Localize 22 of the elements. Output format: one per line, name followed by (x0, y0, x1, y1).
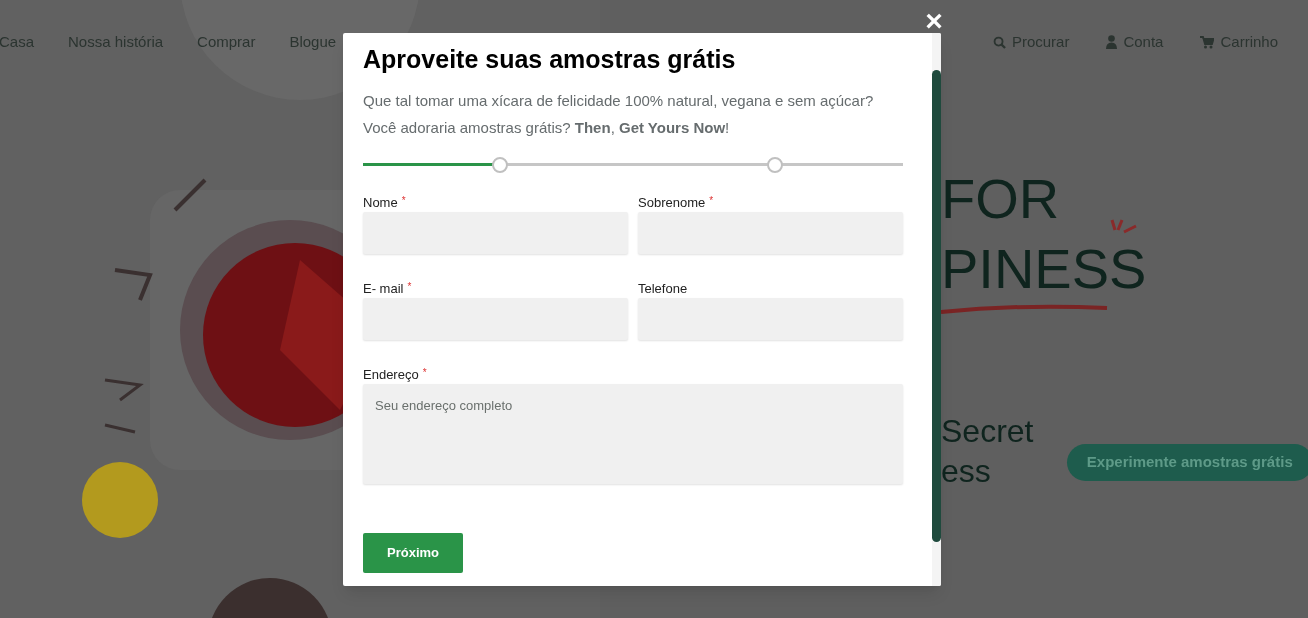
search-icon (992, 35, 1006, 49)
description-text: Que tal tomar uma xícara de felicidade 100% natural, vegana e sem açúcar? (363, 91, 875, 111)
nav-link[interactable]: Blogue (289, 30, 337, 54)
free-samples-button[interactable]: Experimente amostras grátis (1066, 444, 1308, 481)
close-button[interactable]: × (922, 10, 946, 32)
hero-subtitle: ess (941, 452, 991, 490)
next-button[interactable]: Próximo (363, 533, 463, 573)
field-label: E- mail * (363, 280, 413, 298)
modal-title: Aproveite suas amostras grátis (363, 44, 737, 75)
field-label: Telefone (638, 280, 689, 298)
field-label: Sobrenome * (638, 194, 715, 212)
field-label: Endereço * (363, 366, 428, 384)
hero-subtitle: Secret (941, 412, 1035, 450)
nav-link[interactable]: Comprar (197, 30, 256, 54)
hero-headline: FOR (941, 170, 1060, 228)
scrollbar-thumb[interactable] (932, 70, 941, 542)
description-text: Você adoraria amostras grátis? Then, Get Yours Now! (363, 118, 731, 138)
user-icon (1106, 35, 1118, 49)
cart-icon (1200, 35, 1215, 49)
field-label: Nome * (363, 194, 407, 212)
address-field[interactable]: Seu endereço completo (363, 384, 903, 484)
hero-headline: PINESS (941, 240, 1147, 298)
